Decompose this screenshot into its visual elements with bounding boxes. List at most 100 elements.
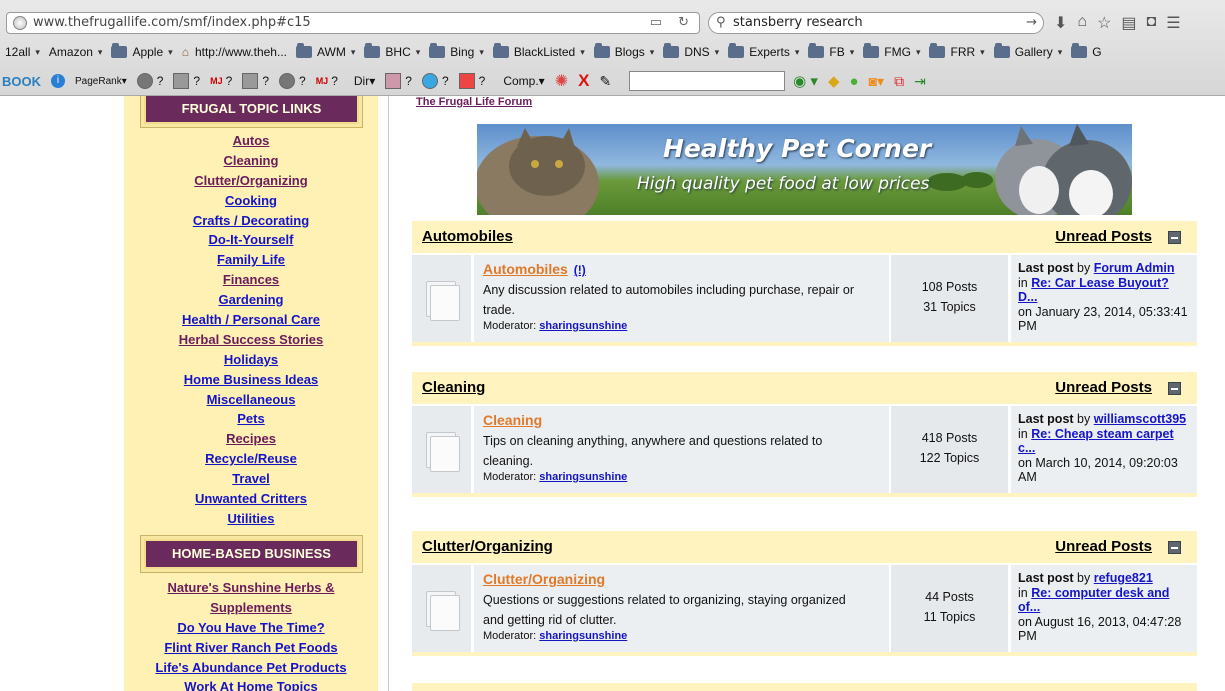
leaf-icon[interactable]: ● (850, 73, 859, 90)
category-name-link[interactable]: Clutter/Organizing (422, 538, 553, 555)
alexa2-icon[interactable]: ? (279, 73, 306, 89)
moderator-link[interactable]: sharingsunshine (539, 320, 627, 332)
sidebar-link[interactable]: Nature's Sunshine Herbs & (124, 578, 378, 598)
archive-icon[interactable]: ? (385, 73, 412, 89)
stats2-icon[interactable]: ? (242, 73, 269, 89)
book-button[interactable]: BOOK (2, 74, 41, 89)
moderator-link[interactable]: sharingsunshine (539, 471, 627, 483)
bookmark-item[interactable]: ⌂ http://www.theh... (182, 45, 287, 59)
last-post-author[interactable]: refuge821 (1094, 571, 1153, 585)
sidebar-link[interactable]: Recycle/Reuse (124, 449, 378, 469)
sidebar-link[interactable]: Work At Home Topics (124, 677, 378, 691)
eye-icon[interactable]: ◉ ▾ (793, 72, 818, 90)
sidebar-link[interactable]: Recipes (124, 429, 378, 449)
alexa-icon[interactable]: ? (136, 73, 163, 89)
last-post-subject[interactable]: Re: Cheap steam carpet c... (1018, 427, 1174, 456)
arrow-right-icon[interactable]: → (1026, 13, 1037, 33)
stats-icon[interactable]: ? (173, 73, 200, 89)
board-icon[interactable] (412, 406, 471, 493)
sidebar-link[interactable]: Miscellaneous (124, 390, 378, 410)
sidebar-link[interactable]: Do-It-Yourself (124, 230, 378, 250)
sidebar-link[interactable]: Do You Have The Time? (124, 618, 378, 638)
category-name-link[interactable]: Cleaning (422, 379, 485, 396)
bookmark-item[interactable]: Apple ▾ (111, 43, 173, 59)
search-bar[interactable]: ⚲ stansberry research → (708, 12, 1044, 34)
bookmark-item[interactable]: FRR ▾ (929, 43, 985, 59)
sidebar-link[interactable]: Travel (124, 469, 378, 489)
sidebar-link[interactable]: Pets (124, 409, 378, 429)
unread-posts-link[interactable]: Unread Posts (1055, 228, 1152, 245)
last-post-author[interactable]: Forum Admin (1094, 261, 1175, 275)
pocket-icon[interactable]: ◘ (1147, 13, 1157, 35)
mj-icon[interactable]: MJ? (210, 74, 232, 88)
sidebar-link[interactable]: Life's Abundance Pet Products (124, 658, 378, 678)
compete-icon[interactable]: ? (421, 73, 449, 89)
bookmark-item[interactable]: Experts ▾ (728, 43, 799, 59)
sidebar-link[interactable]: Clutter/Organizing (124, 171, 378, 191)
bookmark-item[interactable]: 12all ▾ (5, 45, 40, 59)
board-icon[interactable] (412, 255, 471, 342)
healthy-pet-banner[interactable]: Healthy Pet Corner High quality pet food… (477, 124, 1132, 215)
sidebar-link[interactable]: Holidays (124, 350, 378, 370)
export-icon[interactable]: ⇥ (914, 73, 926, 90)
board-icon[interactable] (412, 565, 471, 652)
bookmark-item[interactable]: G (1071, 43, 1102, 59)
board-name-link[interactable]: Automobiles (483, 261, 568, 277)
bookmark-item[interactable]: AWM ▾ (295, 43, 355, 59)
last-post-author[interactable]: williamscott395 (1094, 412, 1186, 426)
collapse-icon[interactable] (1168, 382, 1181, 395)
bookmark-item[interactable]: Bing ▾ (429, 43, 484, 59)
collapse-icon[interactable] (1168, 541, 1181, 554)
bookmark-item[interactable]: Gallery ▾ (993, 43, 1062, 59)
bookmark-item[interactable]: DNS ▾ (663, 43, 719, 59)
window-icon[interactable]: ⧉ (894, 73, 904, 90)
forum-title-link[interactable]: The Frugal Life Forum (416, 96, 532, 108)
sidebar-link[interactable]: Finances (124, 270, 378, 290)
download-icon[interactable]: ⬇ (1054, 13, 1067, 35)
sidebar-link[interactable]: Supplements (124, 598, 378, 618)
bird-icon[interactable]: ✺ (555, 71, 568, 91)
toolbar-search-input[interactable] (629, 71, 786, 91)
sidebar-link[interactable]: Home Business Ideas (124, 370, 378, 390)
category-name-link[interactable]: Automobiles (422, 228, 513, 245)
sidebar-link[interactable]: Cooking (124, 191, 378, 211)
mj2-icon[interactable]: MJ? (316, 74, 338, 88)
bookmark-item[interactable]: BHC ▾ (364, 43, 420, 59)
sidebar-link[interactable]: Herbal Success Stories (124, 330, 378, 350)
unread-posts-link[interactable]: Unread Posts (1055, 538, 1152, 555)
star-icon[interactable]: ☆ (1097, 13, 1111, 35)
bookmark-item[interactable]: BlackListed ▾ (492, 43, 585, 59)
sidebar-link[interactable]: Flint River Ranch Pet Foods (124, 638, 378, 658)
bookmark-item[interactable]: FB ▾ (808, 43, 854, 59)
tag-icon[interactable]: ◆ (828, 72, 840, 90)
sidebar-link[interactable]: Unwanted Critters (124, 489, 378, 509)
clipboard-icon[interactable]: ▤ (1121, 13, 1136, 35)
last-post-subject[interactable]: Re: Car Lease Buyout? D... (1018, 276, 1169, 305)
menu-icon[interactable]: ☰ (1166, 13, 1180, 35)
dir-button[interactable]: Dir ▾ (354, 74, 375, 88)
sidebar-link[interactable]: Autos (124, 131, 378, 151)
board-name-link[interactable]: Cleaning (483, 412, 542, 428)
board-name-link[interactable]: Clutter/Organizing (483, 571, 605, 587)
collapse-icon[interactable] (1168, 231, 1181, 244)
home-icon[interactable]: ⌂ (1077, 13, 1087, 35)
pagerank-button[interactable]: PageRank ▾ (75, 76, 127, 87)
last-post-subject[interactable]: Re: computer desk and of... (1018, 586, 1169, 615)
sidebar-link[interactable]: Health / Personal Care (124, 310, 378, 330)
bookmark-item[interactable]: FMG ▾ (863, 43, 920, 59)
sidebar-link[interactable]: Crafts / Decorating (124, 211, 378, 231)
pencil-icon[interactable]: ✎ (599, 73, 611, 90)
address-bar[interactable]: www.thefrugallife.com/smf/index.php#c15 … (6, 12, 700, 34)
reader-icon[interactable]: ▭ ↻ (650, 13, 695, 33)
comp-button[interactable]: Comp. ▾ (503, 74, 544, 88)
sidebar-link[interactable]: Gardening (124, 290, 378, 310)
unread-posts-link[interactable]: Unread Posts (1055, 379, 1152, 396)
bookmark-item[interactable]: Blogs ▾ (593, 43, 654, 59)
sun-icon[interactable]: ? (458, 73, 485, 89)
bookmark-item[interactable]: Amazon ▾ (49, 45, 103, 59)
sidebar-link[interactable]: Utilities (124, 509, 378, 529)
rss-icon[interactable]: ◙▾ (869, 73, 884, 90)
moderator-link[interactable]: sharingsunshine (539, 630, 627, 642)
new-posts-marker[interactable]: (!) (574, 263, 586, 277)
sidebar-link[interactable]: Family Life (124, 250, 378, 270)
